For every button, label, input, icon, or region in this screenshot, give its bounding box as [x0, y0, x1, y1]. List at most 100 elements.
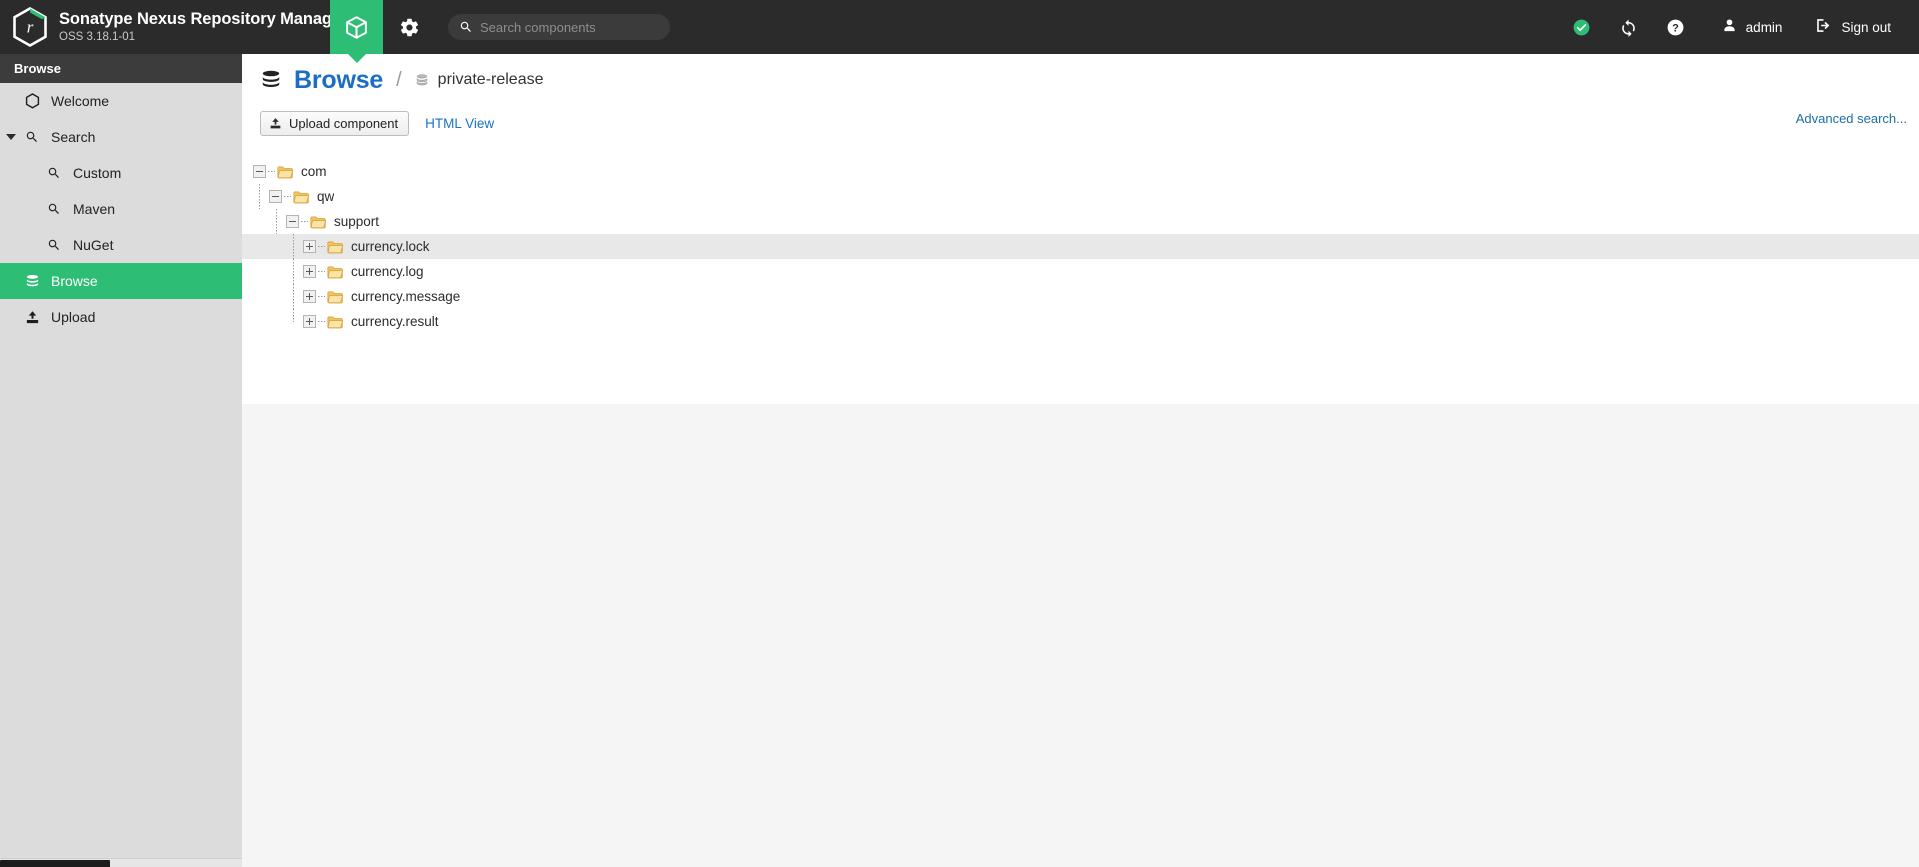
sidebar-item-maven[interactable]: Maven: [0, 191, 242, 227]
upload-component-button[interactable]: Upload component: [260, 110, 410, 136]
tree-node-label: currency.message: [351, 289, 461, 304]
app-header: r Sonatype Nexus Repository Manager OSS …: [0, 0, 1919, 63]
search-icon: [44, 202, 64, 216]
tree-row[interactable]: com: [242, 159, 1919, 184]
global-search-wrap: [448, 0, 670, 54]
breadcrumb-root-link[interactable]: Browse: [294, 66, 383, 95]
sign-out-icon: [1814, 16, 1833, 38]
toolbar: Upload component HTML View Advanced sear…: [242, 106, 1919, 140]
svg-text:?: ?: [1672, 22, 1679, 34]
sign-out-button[interactable]: Sign out: [1792, 0, 1901, 54]
sidebar-item-browse[interactable]: Browse: [0, 263, 242, 299]
tree-expander-collapse[interactable]: [286, 215, 299, 228]
folder-open-icon: [327, 315, 344, 329]
sidebar-scrollbar-thumb[interactable]: [0, 860, 110, 867]
brand-block[interactable]: r Sonatype Nexus Repository Manager OSS …: [0, 0, 347, 54]
repository-tab[interactable]: [330, 0, 383, 63]
tree-expander-expand[interactable]: [303, 265, 316, 278]
cube-icon: [344, 15, 369, 40]
advanced-search-link[interactable]: Advanced search...: [1796, 111, 1907, 126]
tree-row[interactable]: currency.message: [242, 284, 1919, 309]
tree-row[interactable]: qw: [242, 184, 1919, 209]
tree-connector: [318, 296, 325, 297]
tree-node-label: com: [301, 164, 327, 179]
tree-node-label: currency.lock: [351, 239, 430, 254]
tree-expander-expand[interactable]: [303, 315, 316, 328]
tree-connector: [318, 321, 325, 322]
repository-tree-panel: com qw support currency.lock currency.lo…: [242, 159, 1919, 867]
main-content: Browse / private-release Upload componen…: [242, 54, 1919, 867]
admin-tab[interactable]: [383, 0, 436, 54]
tree-expander-collapse[interactable]: [269, 190, 282, 203]
status-ok-icon[interactable]: [1558, 0, 1605, 54]
tree-row[interactable]: currency.log: [242, 259, 1919, 284]
upload-icon: [269, 117, 282, 130]
tree-row[interactable]: currency.result: [242, 309, 1919, 334]
sidebar-item-upload[interactable]: Upload: [0, 299, 242, 335]
sidebar-item-label: Maven: [73, 201, 116, 217]
tree-connector: [293, 284, 294, 309]
tree-expander-expand[interactable]: [303, 240, 316, 253]
help-icon[interactable]: ?: [1652, 0, 1699, 54]
tree-connector: [318, 271, 325, 272]
database-icon: [22, 274, 42, 289]
app-version: OSS 3.18.1-01: [59, 30, 136, 43]
breadcrumb-repository-name: private-release: [437, 71, 544, 88]
sidebar-item-label: Browse: [51, 273, 98, 289]
user-name-label: admin: [1745, 19, 1783, 35]
search-icon: [22, 130, 42, 144]
sidebar-item-label: NuGet: [73, 237, 114, 253]
upload-icon: [22, 310, 42, 325]
sidebar-horizontal-scrollbar[interactable]: [0, 858, 242, 867]
app-title: Sonatype Nexus Repository Manager: [59, 9, 348, 28]
folder-open-icon: [310, 215, 327, 229]
tree-node-label: support: [334, 214, 380, 229]
sign-out-label: Sign out: [1841, 19, 1891, 35]
database-icon: [260, 69, 282, 92]
sidebar-item-nuget[interactable]: NuGet: [0, 227, 242, 263]
folder-open-icon: [327, 290, 344, 304]
breadcrumb-separator: /: [396, 68, 402, 91]
svg-text:r: r: [27, 18, 34, 37]
tree-row[interactable]: currency.lock: [242, 234, 1919, 259]
folder-open-icon: [327, 265, 344, 279]
database-small-icon: [415, 73, 429, 88]
tree-empty-area: [242, 404, 1919, 867]
sidebar-item-label: Search: [51, 129, 96, 145]
chevron-down-icon: [6, 134, 16, 140]
search-icon: [44, 166, 64, 180]
tree-expander-expand[interactable]: [303, 290, 316, 303]
tree-connector: [259, 184, 260, 209]
search-input[interactable]: [448, 14, 670, 40]
sidebar-item-search[interactable]: Search: [0, 119, 242, 155]
tree-connector: [293, 259, 294, 284]
tree-row[interactable]: support: [242, 209, 1919, 234]
tree-connector: [284, 196, 291, 197]
upload-component-button-label: Upload component: [289, 115, 399, 131]
search-icon: [44, 238, 64, 252]
tree-connector: [301, 221, 308, 222]
folder-open-icon: [293, 190, 310, 204]
folder-open-icon: [277, 165, 294, 179]
tree-connector: [293, 309, 294, 322]
refresh-icon[interactable]: [1605, 0, 1652, 54]
gear-icon: [399, 17, 420, 38]
sidebar-item-label: Welcome: [51, 93, 110, 109]
tree-node-label: currency.result: [351, 314, 439, 329]
hexagon-icon: [22, 93, 42, 109]
tree-expander-collapse[interactable]: [253, 165, 266, 178]
header-right-controls: ? admin Sign out: [1558, 0, 1919, 54]
tree-connector: [276, 209, 277, 234]
nexus-hexagon-logo-icon: r: [12, 7, 48, 47]
tree-node-label: qw: [317, 189, 335, 204]
sidebar: Browse Welcome Search Custom Maven NuGet…: [0, 54, 242, 867]
breadcrumb: Browse / private-release: [242, 54, 1919, 106]
sidebar-item-custom[interactable]: Custom: [0, 155, 242, 191]
user-icon: [1721, 17, 1738, 37]
sidebar-section-title: Browse: [0, 54, 242, 83]
html-view-link[interactable]: HTML View: [425, 116, 494, 131]
tree-connector: [268, 171, 275, 172]
tree-node-label: currency.log: [351, 264, 424, 279]
user-menu[interactable]: admin: [1699, 0, 1793, 54]
sidebar-item-welcome[interactable]: Welcome: [0, 83, 242, 119]
